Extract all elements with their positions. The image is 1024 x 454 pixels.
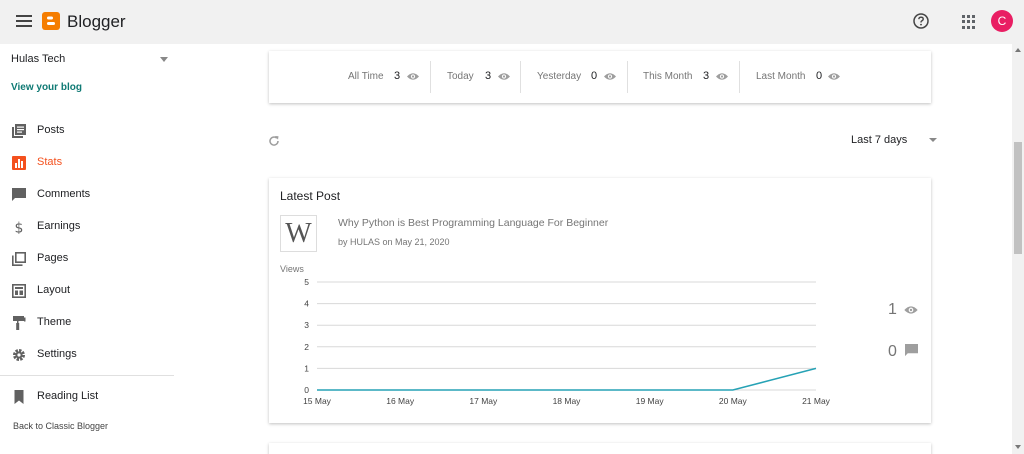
- latest-post-heading: Latest Post: [280, 189, 341, 203]
- date-range-select[interactable]: Last 7 days: [851, 134, 907, 146]
- y-tick-label: 5: [304, 277, 309, 287]
- x-tick-label: 20 May: [719, 396, 748, 406]
- stat-value: 3: [394, 70, 401, 82]
- sidebar-item-comments[interactable]: Comments: [0, 183, 174, 207]
- stat-label: Last Month: [756, 71, 806, 82]
- x-tick-label: 16 May: [386, 396, 415, 406]
- svg-text:$: $: [15, 221, 24, 235]
- blog-name[interactable]: Hulas Tech: [11, 53, 65, 65]
- sidebar-item-earnings[interactable]: $ Earnings: [0, 215, 174, 239]
- stat-value: 3: [485, 70, 492, 82]
- sidebar-item-label: Earnings: [37, 220, 81, 232]
- next-card: [269, 443, 931, 454]
- comment-icon: [905, 344, 918, 357]
- view-blog-link[interactable]: View your blog: [11, 82, 82, 93]
- sidebar-item-reading-list[interactable]: Reading List: [0, 385, 174, 409]
- stat-divider: [430, 61, 431, 93]
- eye-icon: [604, 73, 616, 80]
- stat-label: Today: [447, 71, 474, 82]
- x-tick-label: 19 May: [636, 396, 665, 406]
- y-tick-label: 0: [304, 385, 309, 395]
- posts-icon: [12, 124, 26, 138]
- menu-icon[interactable]: [16, 15, 32, 29]
- y-tick-label: 4: [304, 299, 309, 309]
- scroll-up-arrow-icon[interactable]: [1015, 48, 1021, 52]
- pages-icon: [12, 252, 26, 266]
- stat-label: All Time: [348, 71, 384, 82]
- stat-value: 0: [816, 70, 823, 82]
- sidebar-item-settings[interactable]: Settings: [0, 343, 174, 367]
- y-tick-label: 2: [304, 342, 309, 352]
- sidebar-item-label: Posts: [37, 124, 65, 136]
- scrollbar[interactable]: [1012, 44, 1024, 454]
- post-meta: by HULAS on May 21, 2020: [338, 237, 450, 247]
- x-tick-label: 21 May: [802, 396, 831, 406]
- layout-icon: [12, 284, 26, 298]
- stat-divider: [627, 61, 628, 93]
- x-tick-label: 17 May: [469, 396, 498, 406]
- post-title[interactable]: Why Python is Best Programming Language …: [338, 217, 608, 229]
- stat-value: 3: [703, 70, 710, 82]
- bookmark-icon: [14, 390, 24, 404]
- x-tick-label: 18 May: [553, 396, 582, 406]
- settings-icon: [13, 349, 25, 361]
- sidebar-item-label: Reading List: [37, 390, 99, 402]
- stats-icon: [12, 156, 26, 170]
- eye-icon: [407, 73, 419, 80]
- sidebar-item-label: Comments: [37, 188, 91, 200]
- views-chart: Views 0 1 2 3 4 5 15 May 16 May 17 May 18 May 19 M…: [280, 264, 831, 406]
- views-series-line: [317, 367, 817, 391]
- sidebar-item-posts[interactable]: Posts: [0, 119, 174, 143]
- sidebar-item-theme[interactable]: Theme: [0, 311, 174, 335]
- sidebar-item-stats[interactable]: Stats: [0, 151, 174, 175]
- latest-post-card: Latest Post W Why Python is Best Program…: [269, 178, 931, 423]
- chevron-down-icon[interactable]: [929, 138, 937, 142]
- avatar[interactable]: C: [991, 10, 1013, 32]
- sidebar-item-pages[interactable]: Pages: [0, 247, 174, 271]
- sidebar-item-label: Settings: [37, 348, 77, 360]
- stat-value: 0: [591, 70, 598, 82]
- sidebar-item-layout[interactable]: Layout: [0, 279, 174, 303]
- help-icon[interactable]: [912, 12, 930, 30]
- post-thumbnail[interactable]: W: [280, 215, 317, 252]
- eye-icon: [828, 73, 840, 80]
- post-views-count: 1: [888, 301, 897, 318]
- sidebar-item-label: Layout: [37, 284, 71, 296]
- sidebar-item-label: Theme: [37, 316, 72, 328]
- comments-icon: [12, 188, 26, 201]
- scroll-down-arrow-icon[interactable]: [1015, 445, 1021, 449]
- sidebar: Hulas Tech View your blog Posts Stats Co…: [0, 44, 180, 454]
- eye-icon: [716, 73, 728, 80]
- y-tick-label: 1: [304, 363, 309, 373]
- eye-icon: [498, 73, 510, 80]
- top-bar: Blogger C: [0, 0, 1024, 44]
- theme-icon: [13, 316, 26, 330]
- eye-icon: [904, 306, 918, 314]
- y-tick-label: 3: [304, 320, 309, 330]
- apps-icon[interactable]: [962, 15, 976, 29]
- overview-stats-card: All Time 3 Today 3 Yesterday 0 This Mont…: [269, 51, 931, 103]
- stat-label: This Month: [643, 71, 693, 82]
- blogger-logo: [42, 12, 60, 30]
- stat-divider: [520, 61, 521, 93]
- blog-dropdown-icon[interactable]: [160, 57, 168, 62]
- app-title: Blogger: [67, 12, 126, 31]
- stat-label: Yesterday: [537, 71, 582, 82]
- y-axis-label: Views: [280, 264, 304, 274]
- back-to-classic-link[interactable]: Back to Classic Blogger: [13, 421, 108, 431]
- x-tick-label: 15 May: [303, 396, 332, 406]
- sidebar-item-label: Pages: [37, 252, 69, 264]
- scrollbar-thumb[interactable]: [1014, 142, 1022, 254]
- post-comments-count: 0: [888, 343, 897, 360]
- sidebar-item-label: Stats: [37, 156, 63, 168]
- earnings-icon: $: [15, 221, 24, 235]
- stat-divider: [739, 61, 740, 93]
- sidebar-divider: [0, 375, 174, 376]
- refresh-icon[interactable]: [268, 135, 280, 147]
